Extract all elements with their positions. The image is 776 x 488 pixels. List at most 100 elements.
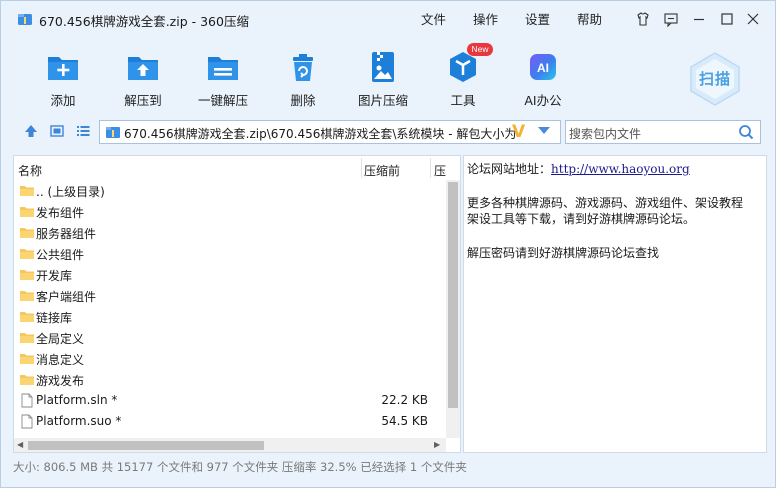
chevron-down-icon[interactable] xyxy=(538,127,550,134)
comment-line-3: 架设工具等下载，请到好游棋牌源码论坛。 xyxy=(467,212,696,226)
up-arrow-icon[interactable] xyxy=(23,123,39,139)
address-bar[interactable]: 670.456棋牌游戏全套.zip\670.456棋牌游戏全套\系统模块 - 解… xyxy=(99,120,561,144)
horizontal-scrollbar[interactable]: ◀ ▶ xyxy=(14,438,446,452)
file-name: Platform.suo * xyxy=(36,414,122,428)
file-name: Platform.sln * xyxy=(36,393,118,407)
file-row[interactable]: 游戏发布 xyxy=(14,369,448,390)
extract-to-icon xyxy=(128,57,158,80)
comment-line-4: 解压密码请到好游棋牌源码论坛查找 xyxy=(467,246,660,260)
comment-line-2: 更多各种棋牌源码、游戏源码、游戏组件、架设教程 xyxy=(467,196,744,210)
archive-app-icon xyxy=(18,14,32,25)
folder-icon xyxy=(20,207,34,217)
scroll-thumb[interactable] xyxy=(28,441,264,450)
menu-file[interactable]: 文件 xyxy=(421,9,446,29)
image-compress-icon xyxy=(372,52,394,82)
folder-icon xyxy=(20,228,34,238)
file-row[interactable]: Platform.sln * 22.2 KB xyxy=(14,390,448,411)
add-label: 添加 xyxy=(50,93,76,108)
column-divider[interactable] xyxy=(430,158,431,178)
file-name: 服务器组件 xyxy=(36,227,97,241)
image-compress-button[interactable]: 图片压缩 xyxy=(350,49,416,109)
app-window: 670.456棋牌游戏全套.zip - 360压缩 文件 操作 设置 帮助 添加… xyxy=(0,0,776,488)
column-divider[interactable] xyxy=(361,158,362,178)
one-click-extract-icon xyxy=(208,57,238,80)
scroll-left-icon[interactable]: ◀ xyxy=(17,441,23,449)
image-compress-label: 图片压缩 xyxy=(357,93,408,108)
window-title: 670.456棋牌游戏全套.zip - 360压缩 xyxy=(39,14,249,29)
file-row[interactable]: 全局定义 xyxy=(14,327,448,348)
scroll-right-icon[interactable]: ▶ xyxy=(434,441,440,449)
scan-label: 扫描 xyxy=(698,70,731,88)
list-view-icon[interactable] xyxy=(75,123,91,139)
extract-to-label: 解压到 xyxy=(124,93,162,108)
minimize-icon[interactable] xyxy=(691,11,707,27)
tools-button[interactable]: 工具 xyxy=(430,49,496,109)
forum-link[interactable]: http://www.haoyou.org xyxy=(551,162,690,176)
delete-button[interactable]: 删除 xyxy=(270,49,336,109)
file-name: 全局定义 xyxy=(36,332,85,346)
file-row[interactable]: Platform.suo * 54.5 KB xyxy=(14,411,448,432)
skin-icon[interactable] xyxy=(635,11,651,27)
column-header-size[interactable]: 压缩前 xyxy=(364,162,400,179)
column-header-name[interactable]: 名称 xyxy=(18,162,42,179)
maximize-icon[interactable] xyxy=(719,11,735,27)
menu-help[interactable]: 帮助 xyxy=(577,9,602,29)
folder-icon xyxy=(20,354,34,364)
file-size: 54.5 KB xyxy=(381,414,428,428)
search-placeholder: 搜索包内文件 xyxy=(569,127,642,141)
tools-label: 工具 xyxy=(450,93,476,108)
folder-icon xyxy=(20,312,34,322)
scan-button[interactable]: 扫描 xyxy=(687,51,743,107)
file-name: 链接库 xyxy=(36,311,73,325)
feedback-icon[interactable] xyxy=(663,11,679,27)
search-icon[interactable] xyxy=(738,124,754,140)
folder-icon xyxy=(20,291,34,301)
ai-icon-text: AI xyxy=(537,61,549,75)
ai-office-label: AI办公 xyxy=(524,93,562,108)
vertical-scrollbar[interactable] xyxy=(446,180,460,438)
folder-icon xyxy=(20,333,34,343)
file-row[interactable]: 公共组件 xyxy=(14,243,448,264)
comment-site-label: 论坛网站地址： xyxy=(467,162,552,176)
file-name: .. (上级目录) xyxy=(36,185,105,199)
extract-to-button[interactable]: 解压到 xyxy=(110,49,176,109)
comment-line-1: 论坛网站地址：http://www.haoyou.org xyxy=(467,160,690,177)
column-header-compressed[interactable]: 压 xyxy=(434,162,446,179)
thumbnail-view-icon[interactable] xyxy=(49,123,65,139)
add-button[interactable]: 添加 xyxy=(30,49,96,109)
archive-comment: 论坛网站地址：http://www.haoyou.org 更多各种棋牌源码、游戏… xyxy=(463,155,767,453)
search-input[interactable]: 搜索包内文件 xyxy=(565,120,761,144)
ai-office-button[interactable]: AI AI办公 xyxy=(510,49,576,109)
file-row[interactable]: .. (上级目录) xyxy=(14,180,448,201)
file-list: 名称 压缩前 压 .. (上级目录) 发布组件服务器组件公共组件开发库 客户端组件链… xyxy=(13,155,461,453)
title-bar: 670.456棋牌游戏全套.zip - 360压缩 文件 操作 设置 帮助 xyxy=(1,1,775,35)
size-indicator-icon: V xyxy=(512,122,526,142)
menu-settings[interactable]: 设置 xyxy=(525,9,550,29)
file-row[interactable]: 消息定义 xyxy=(14,348,448,369)
folder-icon xyxy=(20,270,34,280)
folder-icon xyxy=(20,249,34,259)
menu-operate[interactable]: 操作 xyxy=(473,9,498,29)
file-name: 公共组件 xyxy=(36,248,85,262)
file-row[interactable]: 客户端组件 xyxy=(14,285,448,306)
trash-icon xyxy=(293,54,313,81)
file-row[interactable]: 链接库 xyxy=(14,306,448,327)
delete-label: 删除 xyxy=(290,93,316,108)
file-name: 消息定义 xyxy=(36,353,85,367)
archive-icon xyxy=(106,127,120,138)
scroll-thumb[interactable] xyxy=(448,182,458,408)
file-name: 发布组件 xyxy=(36,206,85,220)
new-badge: New xyxy=(467,43,493,56)
folder-icon xyxy=(20,375,34,385)
address-path: 670.456棋牌游戏全套.zip\670.456棋牌游戏全套\系统模块 - 解… xyxy=(124,127,517,141)
one-click-extract-label: 一键解压 xyxy=(197,93,248,108)
one-click-extract-button[interactable]: 一键解压 xyxy=(190,49,256,109)
close-icon[interactable] xyxy=(745,11,761,27)
file-row[interactable]: 发布组件 xyxy=(14,201,448,222)
add-to-archive-icon xyxy=(48,57,78,80)
file-icon xyxy=(21,414,33,429)
status-bar: 大小: 806.5 MB 共 15177 个文件和 977 个文件夹 压缩率 3… xyxy=(13,460,467,474)
file-row[interactable]: 开发库 xyxy=(14,264,448,285)
file-icon xyxy=(21,393,33,408)
file-row[interactable]: 服务器组件 xyxy=(14,222,448,243)
